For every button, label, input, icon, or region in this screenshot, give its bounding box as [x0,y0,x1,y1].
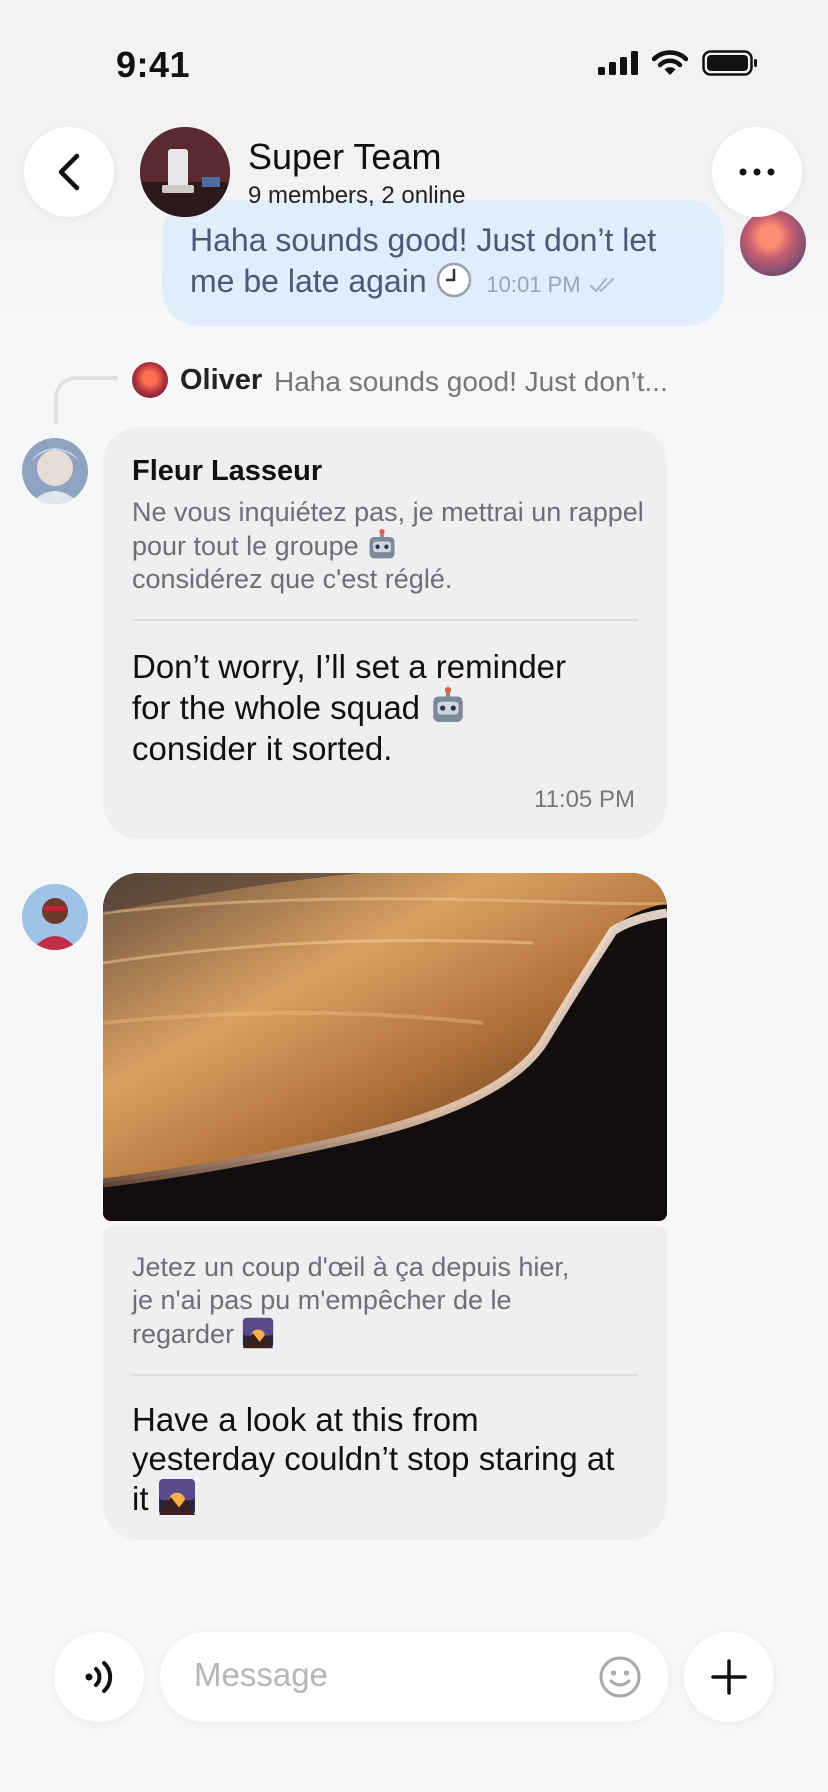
fleur-translated-text: Ne vous inquiétez pas, je mettrai un rap… [132,496,652,596]
photo-translated-line2: je n'ai pas pu m'empêcher de le [132,1285,512,1315]
robot-icon [433,687,463,722]
group-photo-icon [140,127,230,217]
fleur-translated-end: considérez que c'est réglé. [132,564,453,594]
status-time: 9:41 [116,44,191,85]
sunrise-icon [158,1479,195,1515]
reply-author-name[interactable]: Oliver [180,364,262,397]
shared-photo[interactable] [103,873,667,1221]
photo-original-line1: Have a look at this from [132,1401,479,1438]
fleur-original-line1: Don’t worry, I’ll set a reminder [132,648,567,685]
status-icons [598,50,758,76]
fleur-avatar[interactable] [22,438,88,504]
wifi-icon [652,50,688,75]
message-composer[interactable] [160,1632,668,1722]
photo-translated-line1: Jetez un coup d'œil à ça depuis hier, [132,1252,570,1282]
photo-sender-avatar[interactable] [22,884,88,950]
photo-sender-photo-icon [22,884,88,950]
reply-avatar [132,362,168,398]
fleur-message-time: 11:05 PM [534,786,635,813]
ellipsis-icon [739,168,775,176]
reply-preview-text[interactable]: Haha sounds good! Just don’t... [274,366,668,398]
message-input[interactable] [194,1656,574,1694]
more-options-button[interactable] [712,127,802,217]
emoji-button[interactable] [598,1655,642,1704]
voice-waves-icon [85,1661,113,1693]
double-check-icon [590,278,615,293]
photo-original-text: Have a look at this from yesterday could… [132,1400,652,1518]
back-button[interactable] [24,127,114,217]
fleur-original-text: Don’t worry, I’ll set a reminder for the… [132,646,652,769]
fleur-original-line2: for the whole squad [132,689,421,726]
photo-translated-line3: regarder [132,1319,235,1349]
sent-message-time: 10:01 PM [486,272,581,297]
fleur-message-bubble[interactable] [103,427,667,839]
fleur-photo-icon [22,438,88,504]
translation-divider [132,619,638,621]
clock-icon [436,262,471,298]
battery-icon [702,50,757,76]
beach-sunset-image [103,873,667,1221]
add-attachment-button[interactable] [684,1632,774,1722]
fleur-original-line3: consider it sorted. [132,730,393,767]
chat-title[interactable]: Super Team [248,136,441,178]
voice-button[interactable] [54,1632,144,1722]
reply-connector [54,376,118,424]
group-avatar[interactable] [140,127,230,217]
plus-icon [711,1659,747,1695]
sender-avatar[interactable] [740,210,806,276]
sent-message-text: Haha sounds good! Just don’t let me be l… [190,220,670,305]
sunrise-icon [242,1317,273,1349]
photo-translated-text: Jetez un coup d'œil à ça depuis hier, je… [132,1251,652,1351]
smiley-icon [599,1656,641,1698]
chat-subtitle: 9 members, 2 online [248,182,466,209]
cellular-signal-icon [598,51,638,75]
status-bar: 9:41 [0,0,828,110]
robot-icon [369,529,395,559]
fleur-name: Fleur Lasseur [132,455,323,487]
sent-message-body: Haha sounds good! Just don’t let me be l… [190,222,657,299]
photo-original-line3: it [132,1480,149,1517]
chevron-left-icon [58,153,80,191]
photo-translation-divider [132,1374,638,1376]
photo-original-line2: yesterday couldn’t stop staring at [132,1440,615,1477]
